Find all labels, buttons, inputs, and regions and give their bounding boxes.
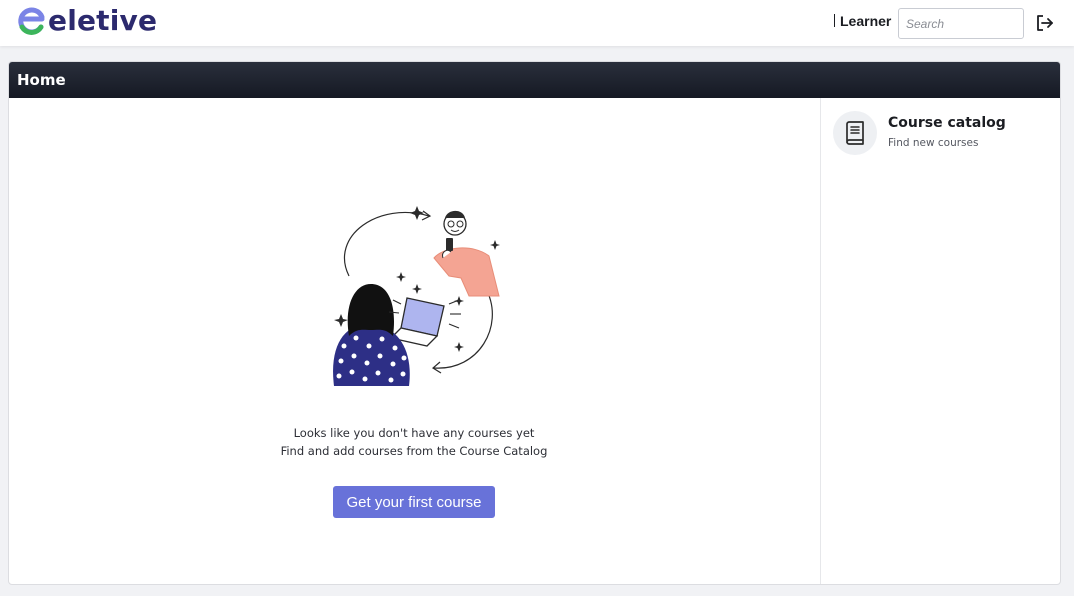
card-header: Home (9, 62, 1060, 98)
page-title: Home (17, 71, 66, 89)
catalog-title: Course catalog (888, 115, 1006, 131)
catalog-subtitle: Find new courses (888, 137, 979, 149)
empty-state-message: Looks like you don't have any courses ye… (209, 424, 619, 460)
empty-state-line-2: Find and add courses from the Course Cat… (280, 444, 548, 458)
user-role: Learner (834, 13, 891, 29)
book-icon (846, 121, 864, 145)
sidebar: Course catalog Find new courses (820, 98, 1060, 584)
catalog-icon-wrapper (833, 111, 877, 155)
catalog-text: Course catalog Find new courses (888, 115, 1006, 149)
get-first-course-button[interactable]: Get your first course (333, 486, 495, 518)
empty-state-line-1: Looks like you don't have any courses ye… (293, 426, 535, 440)
course-catalog-link[interactable]: Course catalog Find new courses (833, 111, 1053, 157)
brand-name: eletive (48, 3, 158, 37)
logout-icon (1037, 15, 1053, 31)
logout-button[interactable] (1034, 12, 1056, 34)
role-label: Learner (840, 13, 892, 29)
home-card: Home Looks like you don't have any cours… (8, 61, 1061, 585)
empty-state-illustration (333, 206, 500, 386)
top-bar: eletive Learner (0, 0, 1074, 46)
role-divider (834, 14, 835, 27)
search-input[interactable] (898, 8, 1024, 39)
main-pane: Looks like you don't have any courses ye… (9, 98, 820, 584)
brand-logo[interactable]: eletive (17, 3, 157, 39)
brand-mark-icon (18, 7, 45, 35)
